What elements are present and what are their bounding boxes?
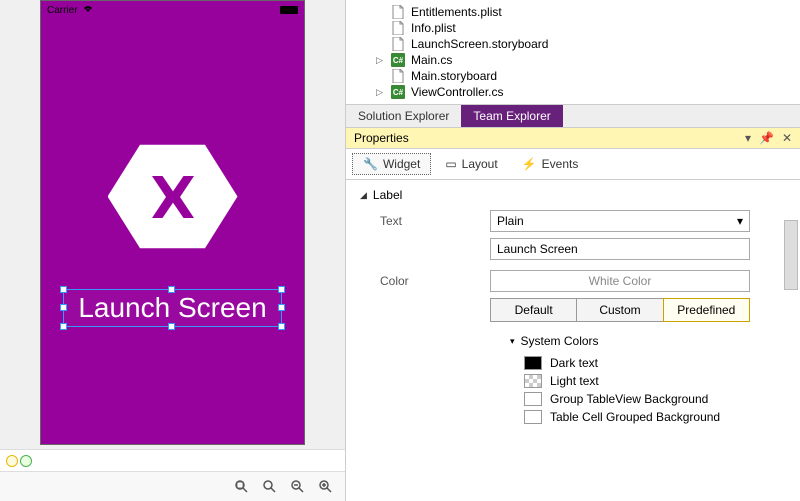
status-bar: Carrier [41,1,304,19]
explorer-tabs: Solution Explorer Team Explorer [346,105,800,128]
collapse-icon: ◢ [360,190,367,201]
pin-icon[interactable]: 📌 [759,131,774,145]
tab-widget[interactable]: 🔧 Widget [352,153,431,175]
color-option[interactable]: Dark text [510,354,786,372]
resize-handle[interactable] [278,286,285,293]
tab-layout-label: Layout [462,157,498,171]
layout-icon: ▭ [445,157,456,171]
tree-item[interactable]: C# Main.cs [346,52,800,68]
properties-body: ◢ Label Text Plain ▾ Launch Screen Color… [346,180,800,434]
color-name: Light text [550,374,599,388]
color-option[interactable]: Light text [510,372,786,390]
wifi-icon [82,4,94,16]
color-option[interactable]: Table Cell Grouped Background [510,408,786,426]
tab-events-label: Events [542,157,579,171]
tab-events[interactable]: ⚡ Events [512,153,589,175]
solution-tree: Entitlements.plist Info.plist LaunchScreen… [346,0,800,105]
ok-icon[interactable] [20,455,32,467]
zoom-in-icon[interactable] [317,478,335,496]
file-icon [391,37,405,51]
tree-item-label: Entitlements.plist [411,5,502,19]
zoom-out-icon[interactable] [289,478,307,496]
file-icon [391,69,405,83]
phone-preview: Carrier Launch Screen [40,0,305,445]
zoom-fit-icon[interactable] [233,478,251,496]
properties-header: Properties ▾ 📌 ✕ [346,128,800,149]
resize-handle[interactable] [168,286,175,293]
csharp-icon: C# [391,53,405,67]
xamarin-logo [108,139,238,254]
color-value-input[interactable]: White Color [490,270,750,292]
text-type-value: Plain [497,214,524,228]
dropdown-icon[interactable]: ▾ [745,131,751,145]
chevron-down-icon: ▾ [510,336,515,347]
color-swatch [524,392,542,406]
seg-default[interactable]: Default [490,298,577,322]
text-type-dropdown[interactable]: Plain ▾ [490,210,750,232]
color-option[interactable]: Group TableView Background [510,390,786,408]
resize-handle[interactable] [168,323,175,330]
tab-solution-explorer[interactable]: Solution Explorer [346,105,461,127]
designer-canvas[interactable]: Carrier Launch Screen [0,0,345,449]
tree-item-label: Main.storyboard [411,69,497,83]
color-swatch [524,356,542,370]
resize-handle[interactable] [60,286,67,293]
tree-item-label: LaunchScreen.storyboard [411,37,548,51]
file-icon [391,21,405,35]
tree-item[interactable]: Entitlements.plist [346,4,800,20]
tree-item[interactable]: LaunchScreen.storyboard [346,36,800,52]
system-colors-group[interactable]: ▾ System Colors [510,334,786,348]
resize-handle[interactable] [60,323,67,330]
scrollbar[interactable] [784,220,798,290]
text-property-label: Text [360,214,490,228]
color-mode-segment: Default Custom Predefined [490,298,750,322]
battery-icon [280,6,298,14]
resize-handle[interactable] [278,323,285,330]
property-tabs: 🔧 Widget ▭ Layout ⚡ Events [346,149,800,180]
property-group-label[interactable]: ◢ Label [360,188,786,202]
designer-status [0,449,345,471]
color-name: Table Cell Grouped Background [550,410,720,424]
tab-layout[interactable]: ▭ Layout [435,153,507,175]
color-name: Group TableView Background [550,392,708,406]
text-value-input[interactable]: Launch Screen [490,238,750,260]
color-name: Dark text [550,356,598,370]
csharp-icon: C# [391,85,405,99]
group-name: Label [373,188,402,202]
tree-item[interactable]: C# ViewController.cs [346,84,800,100]
zoom-bar [0,471,345,501]
tree-item-label: Info.plist [411,21,456,35]
color-swatch [524,410,542,424]
carrier-label: Carrier [47,5,78,16]
resize-handle[interactable] [278,304,285,311]
color-swatch [524,374,542,388]
file-icon [391,5,405,19]
tab-team-explorer[interactable]: Team Explorer [461,105,562,127]
color-property-label: Color [360,274,490,288]
zoom-reset-icon[interactable] [261,478,279,496]
wrench-icon: 🔧 [363,157,378,171]
tree-item[interactable]: Info.plist [346,20,800,36]
launch-screen-label[interactable]: Launch Screen [63,289,281,327]
tab-widget-label: Widget [383,157,420,171]
system-colors-label: System Colors [521,334,599,348]
warning-icon[interactable] [6,455,18,467]
chevron-down-icon: ▾ [737,214,743,228]
tree-item[interactable]: Main.storyboard [346,68,800,84]
seg-custom[interactable]: Custom [576,298,663,322]
tree-item-label: Main.cs [411,53,452,67]
properties-title: Properties [354,131,409,145]
lightning-icon: ⚡ [522,157,537,171]
launch-text: Launch Screen [78,292,266,323]
resize-handle[interactable] [60,304,67,311]
close-icon[interactable]: ✕ [782,131,792,145]
tree-item-label: ViewController.cs [411,85,503,99]
seg-predefined[interactable]: Predefined [663,298,750,322]
